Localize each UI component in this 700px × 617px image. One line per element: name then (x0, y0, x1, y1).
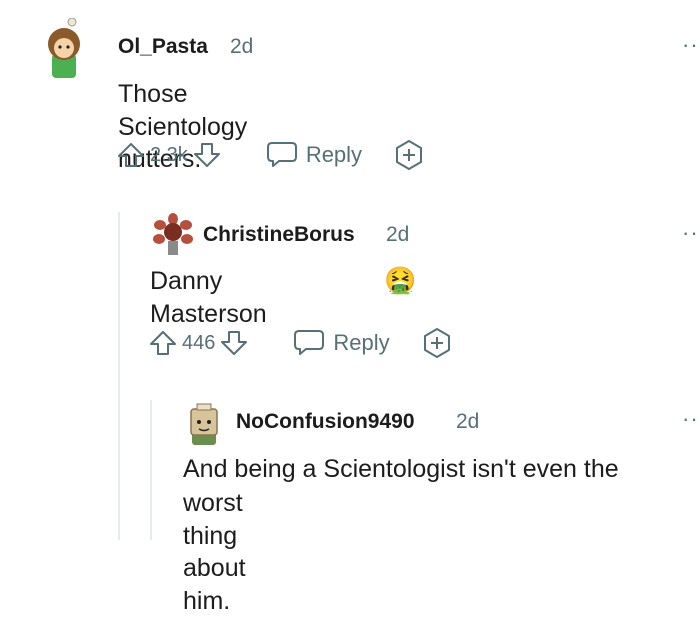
more-options-icon[interactable]: ·· (682, 220, 699, 246)
speech-bubble-icon (294, 330, 325, 355)
timestamp[interactable]: 2d (230, 35, 253, 59)
username[interactable]: NoConfusion9490 (236, 410, 415, 434)
speech-bubble-icon (266, 142, 297, 167)
avatar[interactable] (185, 403, 223, 445)
vomit-emoji: 🤮 (384, 265, 417, 295)
upvote-icon[interactable] (116, 140, 146, 170)
timestamp[interactable]: 2d (386, 223, 409, 247)
award-icon[interactable] (392, 138, 426, 172)
more-options-icon[interactable]: ·· (682, 406, 699, 432)
avatar[interactable] (152, 213, 194, 255)
downvote-icon[interactable] (192, 140, 222, 170)
thread-line-level-2[interactable] (150, 400, 152, 540)
vote-score: 446 (182, 331, 216, 354)
comment-text: Danny Masterson (150, 267, 267, 328)
username[interactable]: Ol_Pasta (118, 35, 208, 59)
comment-actions: 2.3k Reply (116, 138, 426, 172)
reply-label: Reply (333, 330, 390, 355)
downvote-icon[interactable] (219, 328, 249, 358)
award-icon[interactable] (420, 326, 454, 360)
username[interactable]: ChristineBorus (203, 223, 355, 247)
vote-score: 2.3k (150, 143, 188, 166)
comment-text-line-1: And being a Scientologist isn't even the (183, 455, 619, 483)
reply-button[interactable]: Reply (293, 328, 390, 358)
more-options-icon[interactable]: ·· (682, 32, 699, 58)
timestamp[interactable]: 2d (456, 410, 479, 434)
reply-label: Reply (305, 142, 363, 167)
comment-actions: 446 Reply (148, 326, 454, 360)
avatar[interactable] (42, 18, 86, 78)
reply-button[interactable]: Reply (266, 140, 362, 170)
comment-text-line-2: worst thing about him. (183, 489, 246, 615)
upvote-icon[interactable] (148, 328, 178, 358)
thread-line-level-1[interactable] (118, 212, 120, 540)
